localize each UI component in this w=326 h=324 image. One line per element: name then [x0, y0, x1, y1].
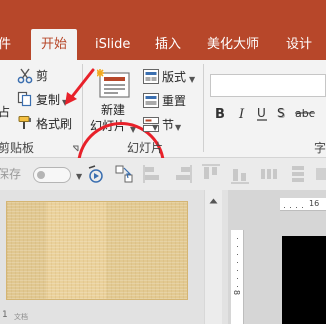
autosave-toggle[interactable]	[33, 167, 71, 183]
layout-dropdown-caret[interactable]: ▼	[189, 73, 195, 87]
paste-button-label[interactable]: 占	[0, 105, 10, 119]
scroll-up-icon[interactable]	[209, 198, 218, 204]
underline-icon[interactable]: U	[254, 104, 272, 122]
ruler-number: 16	[309, 199, 320, 208]
align-left-icon	[143, 165, 159, 183]
ruler-ticks	[284, 207, 303, 208]
reset-icon[interactable]	[143, 93, 159, 108]
italic-icon[interactable]: I	[234, 104, 252, 122]
tab-file[interactable]: 件	[0, 36, 11, 54]
ruler-ticks	[237, 238, 238, 287]
svg-text:I: I	[238, 107, 245, 122]
reset-button[interactable]: 重置	[162, 94, 186, 108]
section-dropdown-caret-left[interactable]: ▼	[152, 121, 158, 135]
cut-button[interactable]: 剪	[36, 69, 48, 83]
slides-group-label: 幻灯片	[127, 141, 164, 155]
tab-islide[interactable]: iSlide	[95, 36, 130, 54]
align-bottom-icon	[231, 169, 249, 184]
select-objects-icon[interactable]	[114, 164, 134, 184]
copy-icon[interactable]	[17, 91, 33, 107]
svg-text:U: U	[257, 106, 266, 120]
ribbon: 占 剪 复制 ▼ 格式刷 剪贴板 新建 幻灯片 ▼ 版式 ▼ 重置 ▼ 节 ▼ …	[0, 60, 326, 210]
bold-icon[interactable]: B	[212, 104, 232, 122]
slide-number: 1	[2, 310, 8, 320]
group-separator	[203, 64, 204, 152]
quick-access-toolbar: 保存 ▼	[0, 158, 326, 190]
watermark-text: 文档	[14, 313, 28, 321]
align-right-icon	[176, 165, 192, 183]
svg-text:S: S	[277, 106, 285, 120]
format-painter-button[interactable]: 格式刷	[36, 117, 72, 131]
clipboard-group-label: 剪贴板	[0, 141, 35, 155]
layout-button[interactable]: 版式	[162, 70, 186, 84]
slide-thumbnail-pane: 1 文档	[0, 190, 228, 324]
horizontal-ruler: 16	[280, 198, 326, 211]
tab-home[interactable]: 开始	[31, 29, 78, 60]
copy-button[interactable]: 复制	[36, 93, 60, 107]
new-slide-icon[interactable]	[97, 69, 131, 99]
svg-text:B: B	[215, 107, 225, 122]
tab-beautify-master[interactable]: 美化大师	[207, 36, 259, 54]
section-button[interactable]: 节	[162, 118, 174, 132]
align-top-icon	[202, 164, 220, 179]
annotation-arrow-icon	[65, 68, 95, 105]
tab-insert[interactable]: 插入	[155, 36, 181, 54]
autosave-label: 保存	[0, 167, 22, 181]
distribute-vertical-icon	[292, 166, 304, 182]
font-name-input[interactable]	[210, 74, 326, 97]
font-group-label: 字	[314, 141, 326, 155]
qat-customize-caret[interactable]: ▼	[76, 170, 82, 184]
scissors-icon[interactable]	[17, 68, 33, 84]
new-slide-label-line1[interactable]: 新建	[101, 103, 125, 117]
vertical-ruler: 8	[231, 230, 244, 324]
slide-thumbnail[interactable]	[6, 201, 188, 300]
dialog-launcher-icon[interactable]	[72, 145, 79, 152]
ribbon-tab-bar: 件 开始 iSlide 插入 美化大师 设计	[0, 0, 326, 60]
layout-icon[interactable]	[143, 69, 159, 84]
strikethrough-icon[interactable]: abc	[294, 104, 316, 122]
more-commands-icon[interactable]	[314, 166, 326, 182]
slideshow-from-start-icon[interactable]	[86, 164, 106, 184]
slide-canvas[interactable]	[282, 236, 326, 324]
ruler-number-vertical: 8	[232, 289, 242, 296]
thumbnail-scrollbar[interactable]	[204, 190, 222, 324]
format-painter-icon[interactable]	[17, 115, 33, 131]
tab-design[interactable]: 设计	[286, 36, 312, 54]
section-dropdown-caret[interactable]: ▼	[175, 121, 181, 135]
shadow-text-icon[interactable]: S S	[274, 104, 292, 122]
distribute-horizontal-icon	[261, 169, 277, 179]
